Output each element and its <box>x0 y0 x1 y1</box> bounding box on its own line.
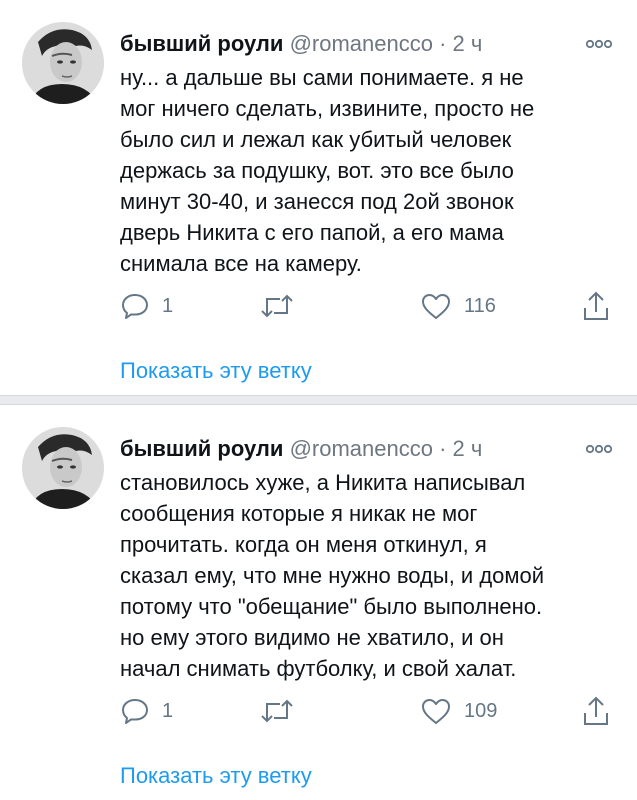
show-thread-link[interactable]: Показать эту ветку <box>120 355 312 387</box>
action-bar: 1 109 <box>120 693 620 729</box>
retweet-button[interactable] <box>260 288 294 324</box>
user-handle[interactable]: @romanencco <box>290 436 433 461</box>
like-button[interactable]: 109 <box>420 693 497 729</box>
like-button[interactable]: 116 <box>420 288 496 324</box>
more-options-icon[interactable] <box>583 34 615 54</box>
heart-icon <box>422 699 450 724</box>
more-options-icon[interactable] <box>583 439 615 459</box>
tweet-text: ну... а дальше вы сами понимаете. я не м… <box>120 65 535 276</box>
tweet[interactable]: бывший роули @romanencco · 2 ч ну... а д… <box>0 0 637 395</box>
tweet-divider <box>0 395 637 405</box>
share-button[interactable] <box>582 288 610 324</box>
share-icon <box>584 291 608 320</box>
reply-count: 1 <box>162 699 174 722</box>
share-button[interactable] <box>582 693 610 729</box>
retweet-icon <box>261 294 293 318</box>
like-count: 116 <box>464 294 496 317</box>
like-count: 109 <box>464 699 498 722</box>
reply-button[interactable]: 1 <box>120 288 173 324</box>
action-bar: 1 116 <box>120 288 620 324</box>
reply-button[interactable]: 1 <box>120 693 173 729</box>
reply-count: 1 <box>162 294 174 317</box>
tweet-text: становилось хуже, а Никита написывал соо… <box>120 470 545 681</box>
separator-dot: · <box>439 31 447 56</box>
display-name[interactable]: бывший роули <box>120 436 283 461</box>
display-name[interactable]: бывший роули <box>120 31 283 56</box>
user-handle[interactable]: @romanencco <box>290 31 433 56</box>
reply-bubble-icon <box>122 294 148 319</box>
reply-bubble-icon <box>122 699 148 724</box>
tweet[interactable]: бывший роули @romanencco · 2 ч становило… <box>0 405 637 800</box>
retweet-icon <box>261 699 293 723</box>
retweet-button[interactable] <box>260 693 294 729</box>
show-thread-link[interactable]: Показать эту ветку <box>120 760 312 792</box>
heart-icon <box>422 294 450 319</box>
avatar[interactable] <box>22 427 104 509</box>
share-icon <box>584 696 608 725</box>
separator-dot: · <box>439 436 447 461</box>
tweet-header: бывший роули @romanencco · 2 ч <box>120 28 620 60</box>
timestamp[interactable]: 2 ч <box>453 436 483 461</box>
tweet-header: бывший роули @romanencco · 2 ч <box>120 433 620 465</box>
avatar[interactable] <box>22 22 104 104</box>
timestamp[interactable]: 2 ч <box>453 31 483 56</box>
